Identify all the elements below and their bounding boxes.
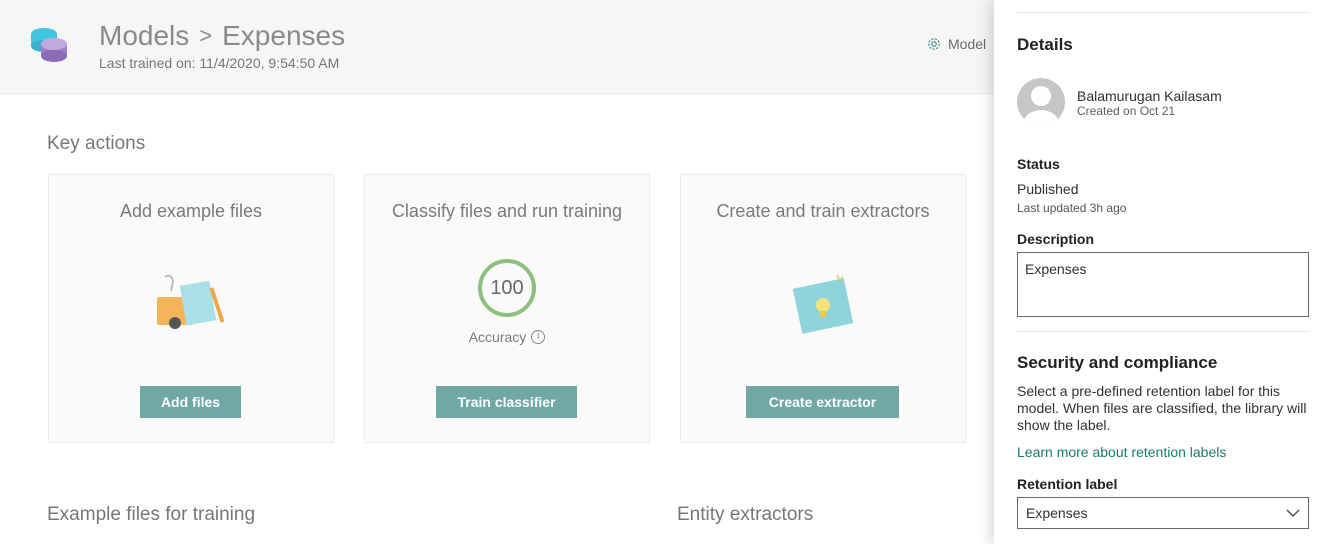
details-heading: Details (1017, 35, 1073, 54)
card-title: Add example files (119, 201, 263, 221)
classify-and-train-card: Classify files and run training 100 Accu… (364, 174, 650, 443)
train-classifier-button[interactable]: Train classifier (436, 386, 577, 418)
status-label: Status (1017, 156, 1060, 172)
created-date: Created on Oct 21 (1077, 104, 1176, 118)
avatar-person-icon (1023, 86, 1059, 126)
learn-more-retention-link[interactable]: Learn more about retention labels (1017, 444, 1226, 460)
key-actions-title: Key actions (47, 133, 146, 154)
entity-extractors-section-title: Entity extractors (677, 504, 814, 525)
chevron-down-icon (1286, 509, 1300, 517)
accuracy-label-row: Accuracy i (365, 329, 649, 345)
security-compliance-heading: Security and compliance (1017, 353, 1218, 372)
gear-icon (928, 38, 940, 50)
breadcrumb-separator: > (199, 23, 213, 48)
breadcrumb-models-link[interactable]: Models (99, 20, 189, 52)
divider (1017, 12, 1309, 13)
files-illustration-icon (157, 274, 225, 329)
divider (1017, 331, 1309, 332)
app-logo-icon (31, 28, 67, 62)
accuracy-score: 100 (478, 259, 536, 317)
description-label: Description (1017, 231, 1095, 247)
example-files-section-title: Example files for training (47, 504, 256, 525)
info-icon[interactable]: i (531, 330, 546, 344)
create-extractor-button[interactable]: Create extractor (746, 386, 899, 418)
card-title: Classify files and run training (391, 201, 623, 221)
model-settings-label: Model (948, 36, 987, 52)
last-updated-text: Last updated 3h ago (1017, 201, 1127, 215)
created-by-name: Balamurugan Kailasam (1077, 88, 1222, 104)
breadcrumb-current: Expenses (222, 20, 346, 51)
accuracy-label: Accuracy (468, 329, 527, 345)
breadcrumb: Models > Expenses (99, 20, 345, 52)
status-value: Published (1017, 181, 1079, 197)
last-trained-text: Last trained on: 11/4/2020, 9:54:50 AM (99, 55, 340, 71)
add-files-button[interactable]: Add files (140, 386, 241, 418)
lightbulb-illustration-icon (792, 274, 854, 334)
add-example-files-card: Add example files Add files (48, 174, 334, 443)
retention-label-value: Expenses (1026, 505, 1088, 521)
avatar (1017, 78, 1065, 126)
create-extractors-card: Create and train extractors Create extra… (680, 174, 966, 443)
description-field[interactable]: Expenses (1017, 252, 1309, 317)
main-content: Models > Expenses Last trained on: 11/4/… (0, 0, 994, 544)
retention-label-dropdown[interactable]: Expenses (1017, 497, 1309, 529)
card-title: Create and train extractors (716, 201, 930, 221)
model-settings-button[interactable]: Model (926, 36, 986, 52)
security-description: Select a pre-defined retention label for… (1017, 383, 1307, 433)
details-panel: Details Balamurugan Kailasam Created on … (994, 0, 1328, 544)
page-header: Models > Expenses Last trained on: 11/4/… (0, 0, 994, 94)
retention-label-label: Retention label (1017, 476, 1118, 492)
